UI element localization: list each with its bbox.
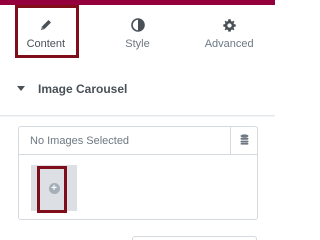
pencil-icon [39,17,53,33]
tab-content[interactable]: Content [0,5,92,61]
tab-style[interactable]: Style [92,5,184,61]
gallery-header[interactable]: No Images Selected [19,127,257,155]
bottom-control-field[interactable] [132,236,257,240]
database-icon [240,132,249,150]
controls-panel: Image Carousel No Images Selected + [0,62,275,240]
section-header[interactable]: Image Carousel [0,62,275,116]
gear-icon [222,17,237,33]
tab-advanced-label: Advanced [204,38,254,50]
panel-tabs: Content Style Advanced [0,5,275,61]
contrast-icon [130,17,145,33]
gallery-control: No Images Selected + [18,126,258,220]
section-title: Image Carousel [38,81,128,96]
add-images-button[interactable]: + [31,165,77,211]
plus-circle-icon: + [48,182,60,194]
gallery-status-text: No Images Selected [30,134,130,147]
gallery-menu-button[interactable] [230,127,257,155]
tab-content-label: Content [26,38,66,50]
caret-down-icon [17,86,25,91]
tab-advanced[interactable]: Advanced [183,5,275,61]
tab-style-label: Style [125,38,150,50]
section-body: No Images Selected + [0,117,275,240]
